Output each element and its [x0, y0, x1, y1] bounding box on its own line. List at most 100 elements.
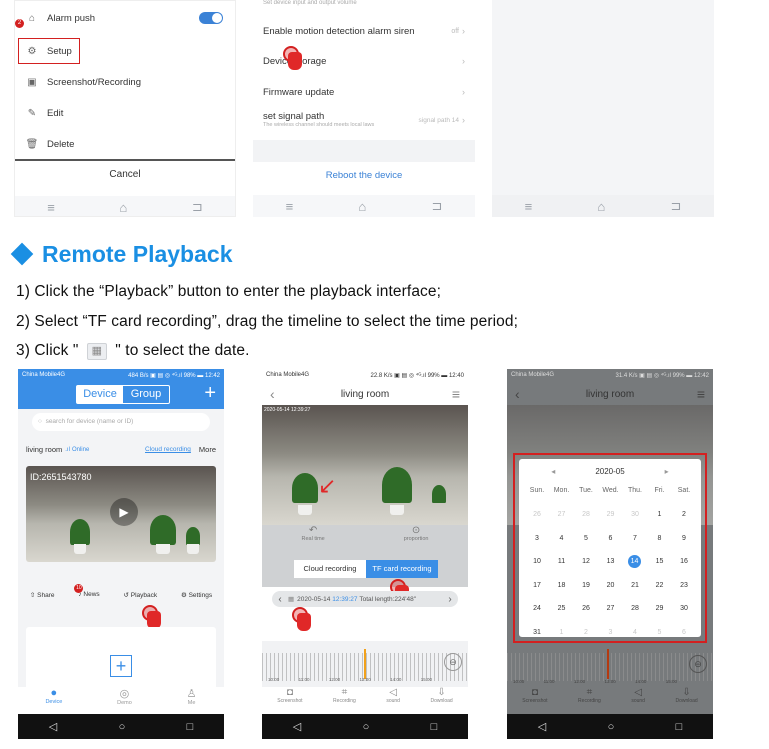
calendar-day[interactable]: 19 — [574, 582, 598, 589]
calendar-day[interactable]: 20 — [599, 582, 623, 589]
alarm-push-toggle[interactable] — [199, 12, 223, 24]
calendar-day[interactable]: 3 — [525, 535, 549, 542]
camera-preview[interactable]: ID:2651543780 ▶ — [26, 466, 216, 562]
calendar-day[interactable]: 14 — [628, 555, 641, 568]
calendar-day[interactable]: 29 — [599, 511, 623, 518]
calendar-day[interactable]: 17 — [525, 582, 549, 589]
back-icon[interactable]: ⊐ — [192, 199, 203, 215]
next-day-button[interactable]: › — [442, 594, 458, 605]
calendar-day[interactable]: 28 — [623, 605, 647, 612]
menu-icon[interactable]: ≡ — [47, 200, 55, 215]
recents-icon[interactable]: □ — [187, 721, 194, 733]
tab-device[interactable]: Device — [77, 386, 123, 403]
screenshot-button[interactable]: ◘ Screenshot — [522, 687, 547, 715]
home-icon[interactable]: ⌂ — [119, 200, 127, 215]
calendar-day[interactable]: 16 — [672, 558, 696, 565]
prev-day-button[interactable]: ‹ — [272, 594, 288, 605]
calendar-day[interactable]: 4 — [623, 629, 647, 636]
calendar-day[interactable]: 4 — [550, 535, 574, 542]
back-icon[interactable]: ⊐ — [670, 198, 681, 214]
calendar-day[interactable]: 27 — [550, 511, 574, 518]
menu-item-screenshot[interactable]: ▣ Screenshot/Recording — [15, 71, 235, 93]
recents-icon[interactable]: □ — [676, 721, 683, 733]
play-icon[interactable]: ▶ — [110, 498, 138, 526]
calendar-day[interactable]: 2 — [672, 511, 696, 518]
timeline-area[interactable]: ⊖ 10:00 11:00 12:00 13:00 14:00 15:00 — [262, 641, 468, 687]
back-icon[interactable]: ‹ — [270, 386, 275, 402]
back-icon[interactable]: ‹ — [515, 386, 520, 402]
search-input[interactable]: ○ search for device (name or ID) — [32, 413, 210, 431]
calendar-day[interactable]: 15 — [648, 558, 672, 565]
tab-group[interactable]: Group — [123, 386, 169, 403]
calendar-day[interactable]: 26 — [574, 605, 598, 612]
setting-signal-path[interactable]: set signal path The wireless channel sho… — [253, 111, 475, 137]
tab-me[interactable]: ♙ Me — [187, 687, 197, 715]
calendar-day[interactable]: 6 — [599, 535, 623, 542]
home-icon[interactable]: ⌂ — [597, 199, 605, 214]
calendar-day[interactable]: 30 — [672, 605, 696, 612]
calendar-day[interactable]: 6 — [672, 629, 696, 636]
realtime-button[interactable]: ↶ Real time — [301, 525, 324, 553]
calendar-day[interactable]: 31 — [525, 629, 549, 636]
back-icon[interactable]: ◁ — [293, 720, 301, 733]
more-button[interactable]: More — [199, 445, 216, 454]
cloud-recording-link[interactable]: Cloud recording — [145, 446, 191, 453]
menu-icon[interactable]: ≡ — [452, 386, 460, 402]
calendar-day[interactable]: 25 — [550, 605, 574, 612]
calendar-day[interactable]: 11 — [550, 558, 574, 565]
download-button[interactable]: ⇩ Download — [430, 687, 452, 715]
recents-icon[interactable]: □ — [431, 721, 438, 733]
recording-button[interactable]: ⌗ Recording — [333, 687, 356, 715]
calendar-day[interactable]: 12 — [574, 558, 598, 565]
menu-icon[interactable]: ≡ — [697, 386, 705, 402]
menu-item-alarm-push[interactable]: ⌂ Alarm push — [15, 7, 235, 29]
proportion-button[interactable]: ⊙ proportion — [404, 525, 429, 553]
home-icon[interactable]: ⌂ — [358, 199, 366, 214]
calendar-day[interactable]: 24 — [525, 605, 549, 612]
sound-button[interactable]: ◁ sound — [631, 687, 645, 715]
calendar-day[interactable]: 28 — [574, 511, 598, 518]
add-icon[interactable]: + — [204, 383, 216, 403]
menu-item-setup[interactable]: ⚙ Setup — [18, 38, 80, 64]
tab-tf-recording[interactable]: TF card recording — [366, 560, 438, 578]
camera-preview[interactable]: 2020-05-14 12:39:27 ↙ — [262, 405, 468, 525]
back-icon[interactable]: ◁ — [538, 720, 546, 733]
calendar-day[interactable]: 2 — [574, 629, 598, 636]
screenshot-button[interactable]: ◘ Screenshot — [277, 687, 302, 715]
tab-device-bottom[interactable]: ● Device — [45, 687, 62, 715]
calendar-day[interactable]: 7 — [623, 535, 647, 542]
sound-button[interactable]: ◁ sound — [386, 687, 400, 715]
calendar-day[interactable]: 26 — [525, 511, 549, 518]
calendar-day[interactable]: 18 — [550, 582, 574, 589]
calendar-day[interactable]: 1 — [648, 511, 672, 518]
calendar-day[interactable]: 3 — [599, 629, 623, 636]
menu-item-edit[interactable]: ✎ Edit — [15, 102, 235, 124]
next-month-button[interactable]: ▸ — [665, 467, 669, 476]
calendar-day[interactable]: 21 — [623, 582, 647, 589]
calendar-day[interactable]: 10 — [525, 558, 549, 565]
calendar-icon[interactable]: ▦ — [288, 595, 294, 603]
tab-cloud-recording[interactable]: Cloud recording — [294, 560, 366, 578]
calendar-day[interactable]: 29 — [648, 605, 672, 612]
download-button[interactable]: ⇩ Download — [675, 687, 697, 715]
setting-firmware-update[interactable]: Firmware update › — [253, 81, 475, 103]
zoom-icon[interactable]: ⊖ — [689, 655, 707, 673]
settings-button[interactable]: ⚙ Settings — [181, 591, 212, 605]
calendar-day[interactable]: 13 — [599, 558, 623, 565]
news-button[interactable]: 10 ♪ News — [74, 584, 100, 605]
menu-item-delete[interactable]: 🗑 Delete — [15, 133, 235, 155]
home-icon[interactable]: ○ — [363, 721, 370, 733]
reboot-button[interactable]: Reboot the device — [253, 170, 475, 181]
setting-motion-siren[interactable]: Enable motion detection alarm siren off … — [253, 20, 475, 42]
calendar-day[interactable]: 27 — [599, 605, 623, 612]
zoom-icon[interactable]: ⊖ — [444, 653, 462, 671]
back-icon[interactable]: ◁ — [49, 720, 57, 733]
prev-month-button[interactable]: ◂ — [551, 467, 555, 476]
menu-icon[interactable]: ≡ — [286, 199, 294, 214]
home-icon[interactable]: ○ — [119, 721, 126, 733]
menu-icon[interactable]: ≡ — [525, 199, 533, 214]
share-button[interactable]: ⇧ Share — [30, 591, 55, 605]
calendar-day[interactable]: 8 — [648, 535, 672, 542]
calendar-day[interactable]: 1 — [550, 629, 574, 636]
recording-button[interactable]: ⌗ Recording — [578, 687, 601, 715]
